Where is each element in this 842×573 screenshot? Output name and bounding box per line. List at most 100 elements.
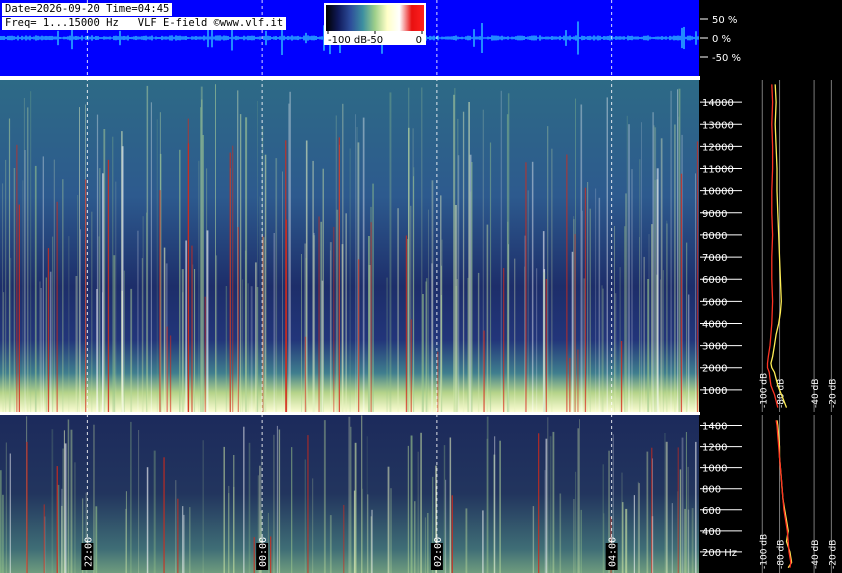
- spectrogram-red-streak: [680, 173, 683, 412]
- spectrogram-streak: [10, 257, 12, 412]
- spectrogram-streak: [449, 437, 452, 573]
- spectrogram-streak: [527, 190, 529, 412]
- spectrogram-streak: [62, 448, 64, 573]
- spectrogram-streak: [80, 229, 81, 412]
- spectrogram-streak: [312, 478, 314, 573]
- spectrogram-streak: [163, 247, 166, 412]
- spectrogram-red-streak: [56, 201, 58, 412]
- spectrogram-streak: [361, 415, 363, 573]
- spectrogram-streak: [573, 499, 575, 573]
- spectrogram-streak: [123, 270, 125, 412]
- colorbar-tick-label: -50: [367, 35, 383, 46]
- spectrogram-streak: [614, 293, 617, 412]
- spectrogram-streak: [289, 91, 291, 413]
- spectrogram-streak: [389, 92, 392, 413]
- frequency-tick-label: 2000: [702, 364, 727, 375]
- spectrogram-streak: [115, 181, 117, 412]
- spectrogram-streak: [336, 209, 339, 412]
- spectrogram-streak: [549, 436, 552, 573]
- spectrogram-red-streak: [584, 187, 587, 412]
- spectrogram-streak: [189, 507, 191, 573]
- spectrogram-streak: [91, 211, 93, 412]
- spectrogram-streak: [322, 168, 324, 412]
- spectrogram-streak: [39, 281, 41, 412]
- spectrogram-streak: [443, 445, 446, 573]
- spectrogram-streak: [0, 470, 2, 573]
- spectrogram-streak: [552, 431, 555, 573]
- spectrogram-red-streak: [204, 296, 206, 412]
- spectrogram-streak: [426, 278, 428, 412]
- spectrogram-streak: [664, 433, 666, 573]
- spectrogram-streak: [362, 117, 365, 412]
- spectrogram-streak: [695, 173, 696, 412]
- frequency-tick-label: 1400: [702, 422, 727, 433]
- spectrogram-streak: [61, 488, 63, 573]
- spectrogram-streak: [96, 114, 99, 412]
- spectrogram-streak: [247, 283, 249, 412]
- spectrogram-streak: [349, 148, 351, 412]
- spectrogram-red-streak: [451, 495, 453, 573]
- spectrogram-streak: [595, 188, 597, 412]
- spectrogram-streak: [684, 508, 686, 573]
- spectrogram-streak: [603, 513, 605, 573]
- spectrum-lowband-plot: -100 dB -80 dB -40 dB -20 dB: [745, 415, 840, 573]
- frequency-tick-label: 6000: [702, 275, 727, 286]
- spectrogram-streak: [387, 466, 390, 573]
- spectrogram-streak: [335, 115, 337, 412]
- spectrogram-streak: [74, 462, 76, 573]
- frequency-tick-label: 1000: [702, 464, 727, 475]
- spectrogram-streak: [631, 169, 633, 412]
- spectrogram-streak: [494, 436, 496, 573]
- spectrogram-streak: [643, 256, 645, 412]
- spectrogram-streak: [146, 467, 149, 573]
- waveform-y-axis: 50 % 0 % -50 %: [700, 15, 741, 64]
- spectrum-tick-label: -100 dB: [759, 373, 769, 408]
- waveform-tick-label: -50 %: [712, 53, 741, 64]
- frequency-tick-label: 14000: [702, 98, 734, 109]
- spectrogram-streak: [301, 254, 302, 412]
- spectrogram-streak: [215, 255, 218, 412]
- spectrum-tick-label: -100 dB: [759, 534, 769, 569]
- spectrogram-streak: [424, 517, 426, 573]
- spectrogram-streak: [477, 272, 480, 412]
- spectrogram-streak: [53, 159, 55, 412]
- spectrogram-streak: [441, 239, 443, 412]
- spectrogram-streak: [633, 495, 635, 573]
- spectrogram-red-streak: [343, 504, 345, 573]
- spectrogram-streak: [580, 104, 583, 412]
- spectrogram-streak: [606, 97, 608, 413]
- spectrogram-streak: [679, 469, 682, 573]
- spectrogram-streak: [273, 233, 275, 412]
- colorbar: -100 dB -50 0: [324, 3, 426, 46]
- spectrogram-streak: [367, 494, 369, 573]
- spectrogram-streak: [291, 447, 293, 573]
- frequency-tick-label: 13000: [702, 120, 734, 131]
- spectrogram-streak: [656, 168, 659, 412]
- spectrogram-red-streak: [16, 144, 18, 413]
- spectrogram-streak: [545, 438, 548, 573]
- spectrogram-streak: [580, 509, 582, 573]
- spectrogram-red-streak: [696, 141, 699, 412]
- spectrogram-streak: [142, 216, 144, 412]
- spectrogram-red-streak: [574, 234, 576, 412]
- spectrogram-streak: [386, 277, 388, 412]
- waveform-tick-label: 50 %: [712, 15, 737, 26]
- frequency-tick-label: 200 Hz: [702, 548, 737, 559]
- spectrogram-streak: [95, 506, 98, 573]
- spectrogram-red-streak: [166, 326, 168, 412]
- spectrogram-red-streak: [18, 204, 20, 412]
- spectrogram-streak: [489, 142, 492, 412]
- spectrogram-streak: [431, 263, 433, 412]
- time-tick-label: 04:00: [608, 537, 619, 567]
- frequency-tick-label: 1000: [702, 386, 727, 397]
- spectrogram-streak: [660, 138, 663, 413]
- spectrogram-streak: [49, 271, 52, 412]
- spectrogram-streak: [486, 416, 489, 573]
- spectrogram-streak: [42, 156, 44, 412]
- spectrogram-streak: [201, 99, 203, 412]
- spectrogram-streak: [273, 434, 275, 573]
- spectrogram-streak: [445, 479, 447, 573]
- spectrogram-streak: [175, 480, 177, 573]
- spectrogram-red-streak: [307, 435, 309, 573]
- spectrogram-streak: [470, 191, 472, 412]
